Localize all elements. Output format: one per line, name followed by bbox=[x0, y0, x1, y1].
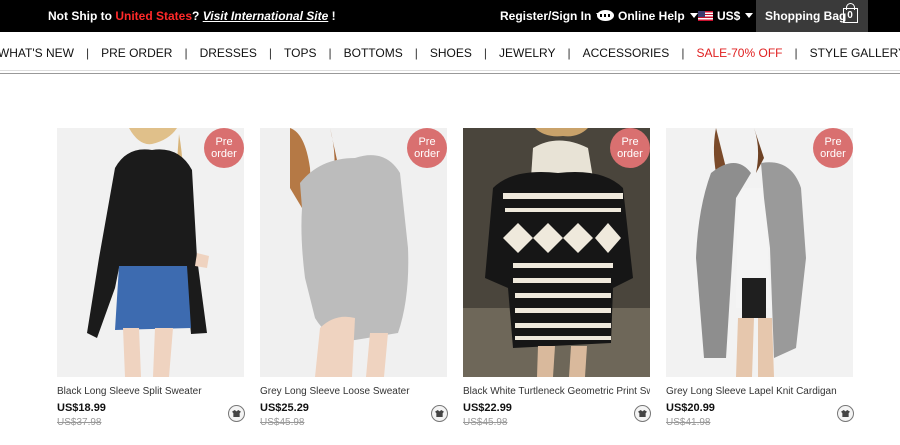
nav-separator: | bbox=[85, 46, 90, 60]
online-help-dropdown[interactable]: Online Help bbox=[597, 9, 698, 23]
shopping-bag-icon: 0 bbox=[843, 3, 858, 23]
preorder-badge: Pre order bbox=[813, 128, 853, 168]
nav-item-accessories[interactable]: ACCESSORIES bbox=[583, 46, 670, 60]
product-image[interactable]: Pre order bbox=[260, 128, 447, 377]
product-card: Pre order Black Long Sleeve Split Sweater… bbox=[57, 128, 245, 438]
product-card: Pre order Grey Long Sleeve Lapel Knit Car… bbox=[666, 128, 854, 438]
nav-item-whats-new[interactable]: WHAT'S NEW bbox=[0, 46, 74, 60]
nav-separator: | bbox=[794, 46, 798, 60]
ship-question: ? bbox=[192, 9, 203, 23]
product-price: US$25.29 bbox=[260, 402, 309, 414]
product-old-price: US$45.98 bbox=[463, 417, 508, 428]
quick-view-shirt-icon[interactable] bbox=[837, 405, 854, 422]
us-flag-icon bbox=[698, 11, 713, 21]
shopping-bag-label: Shopping Bag bbox=[765, 9, 847, 23]
product-image[interactable]: Pre order bbox=[666, 128, 853, 377]
badge-line-1: Pre bbox=[824, 136, 842, 148]
badge-line-1: Pre bbox=[215, 136, 233, 148]
nav-separator: | bbox=[414, 46, 418, 60]
product-name[interactable]: Black Long Sleeve Split Sweater bbox=[57, 386, 244, 397]
badge-line-2: order bbox=[414, 148, 440, 160]
quick-view-shirt-icon[interactable] bbox=[634, 405, 651, 422]
product-price: US$18.99 bbox=[57, 402, 106, 414]
nav-item-tops[interactable]: TOPS bbox=[284, 46, 316, 60]
badge-line-1: Pre bbox=[621, 136, 639, 148]
product-name[interactable]: Black White Turtleneck Geometric Print S… bbox=[463, 386, 650, 397]
quick-view-shirt-icon[interactable] bbox=[431, 405, 448, 422]
badge-line-1: Pre bbox=[418, 136, 436, 148]
product-price: US$20.99 bbox=[666, 402, 715, 414]
nav-separator: | bbox=[567, 46, 571, 60]
online-help-label: Online Help bbox=[618, 9, 685, 23]
ship-suffix: ! bbox=[328, 9, 336, 23]
nav-separator: | bbox=[184, 46, 188, 60]
product-price: US$22.99 bbox=[463, 402, 512, 414]
currency-label: US$ bbox=[717, 9, 741, 23]
product-name[interactable]: Grey Long Sleeve Lapel Knit Cardigan bbox=[666, 386, 853, 397]
preorder-badge: Pre order bbox=[204, 128, 244, 168]
ship-prefix: Not Ship to bbox=[48, 9, 116, 23]
badge-line-2: order bbox=[820, 148, 846, 160]
bag-count: 0 bbox=[847, 10, 853, 21]
product-old-price: US$37.98 bbox=[57, 417, 102, 428]
nav-item-dresses[interactable]: DRESSES bbox=[200, 46, 257, 60]
nav-item-shoes[interactable]: SHOES bbox=[430, 46, 472, 60]
badge-line-2: order bbox=[211, 148, 237, 160]
top-bar: Not Ship to United States? Visit Interna… bbox=[0, 0, 900, 32]
product-card: Pre order Grey Long Sleeve Loose Sweater … bbox=[260, 128, 448, 438]
product-old-price: US$45.98 bbox=[260, 417, 305, 428]
currency-dropdown[interactable]: US$ bbox=[698, 9, 754, 23]
chevron-down-icon bbox=[689, 13, 698, 18]
ship-country: United States bbox=[115, 9, 193, 23]
nav-item-jewelry[interactable]: JEWELRY bbox=[499, 46, 555, 60]
register-signin-dropdown[interactable]: Register/Sign In bbox=[500, 9, 605, 23]
nav-item-style-gallery[interactable]: STYLE GALLERY bbox=[810, 46, 900, 60]
international-site-link[interactable]: Visit International Site bbox=[203, 9, 329, 23]
register-signin-label: Register/Sign In bbox=[500, 9, 592, 23]
shipping-notice: Not Ship to United States? Visit Interna… bbox=[48, 9, 336, 23]
preorder-badge: Pre order bbox=[610, 128, 650, 168]
main-nav: WHAT'S NEW | PRE ORDER | DRESSES | TOPS | BO… bbox=[0, 32, 900, 74]
nav-separator: | bbox=[328, 46, 332, 60]
shopping-bag-button[interactable]: Shopping Bag 0 bbox=[756, 0, 868, 32]
chat-icon bbox=[597, 10, 614, 21]
nav-separator: | bbox=[483, 46, 488, 60]
product-card: Pre order Black White Turtleneck Geometri… bbox=[463, 128, 651, 438]
nav-separator: | bbox=[681, 46, 685, 60]
badge-line-2: order bbox=[617, 148, 643, 160]
quick-view-shirt-icon[interactable] bbox=[228, 405, 245, 422]
product-old-price: US$41.98 bbox=[666, 417, 711, 428]
product-name[interactable]: Grey Long Sleeve Loose Sweater bbox=[260, 386, 447, 397]
preorder-badge: Pre order bbox=[407, 128, 447, 168]
nav-item-sale[interactable]: SALE-70% OFF bbox=[696, 46, 782, 60]
product-image[interactable]: Pre order bbox=[463, 128, 650, 377]
nav-item-pre-order[interactable]: PRE ORDER bbox=[101, 46, 172, 60]
nav-item-bottoms[interactable]: BOTTOMS bbox=[344, 46, 403, 60]
chevron-down-icon bbox=[745, 13, 754, 18]
product-grid: Pre order Black Long Sleeve Split Sweater… bbox=[57, 128, 857, 438]
product-image[interactable]: Pre order bbox=[57, 128, 244, 377]
nav-separator: | bbox=[268, 46, 273, 60]
